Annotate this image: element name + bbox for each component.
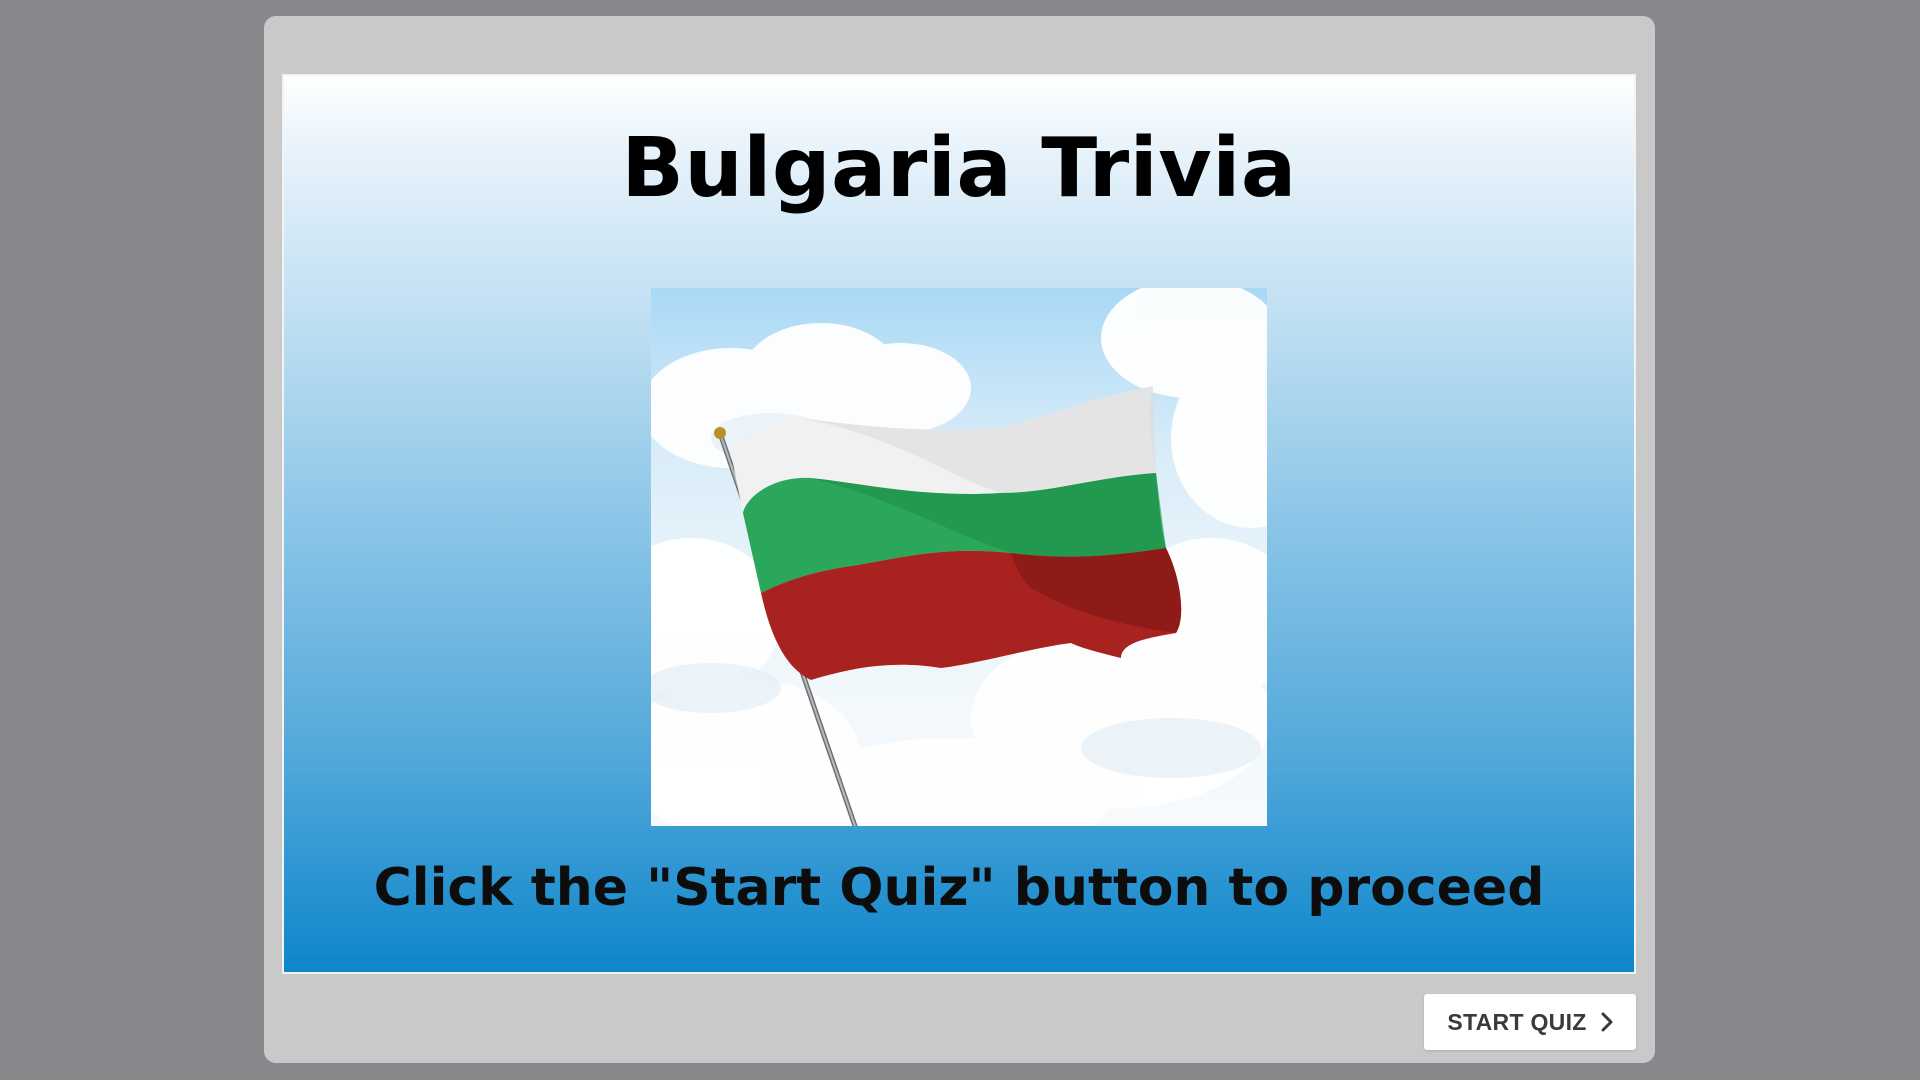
start-quiz-button[interactable]: START QUIZ: [1424, 994, 1636, 1050]
slide-instruction: Click the "Start Quiz" button to proceed: [373, 858, 1545, 918]
title-slide: Bulgaria Trivia Click the "Start Quiz" b…: [282, 74, 1636, 974]
slide-title: Bulgaria Trivia: [621, 121, 1297, 216]
chevron-right-icon: [1601, 1012, 1613, 1032]
bulgaria-flag-image: [651, 288, 1267, 826]
start-quiz-label: START QUIZ: [1447, 1008, 1587, 1035]
course-player: Bulgaria Trivia Click the "Start Quiz" b…: [264, 16, 1655, 1063]
